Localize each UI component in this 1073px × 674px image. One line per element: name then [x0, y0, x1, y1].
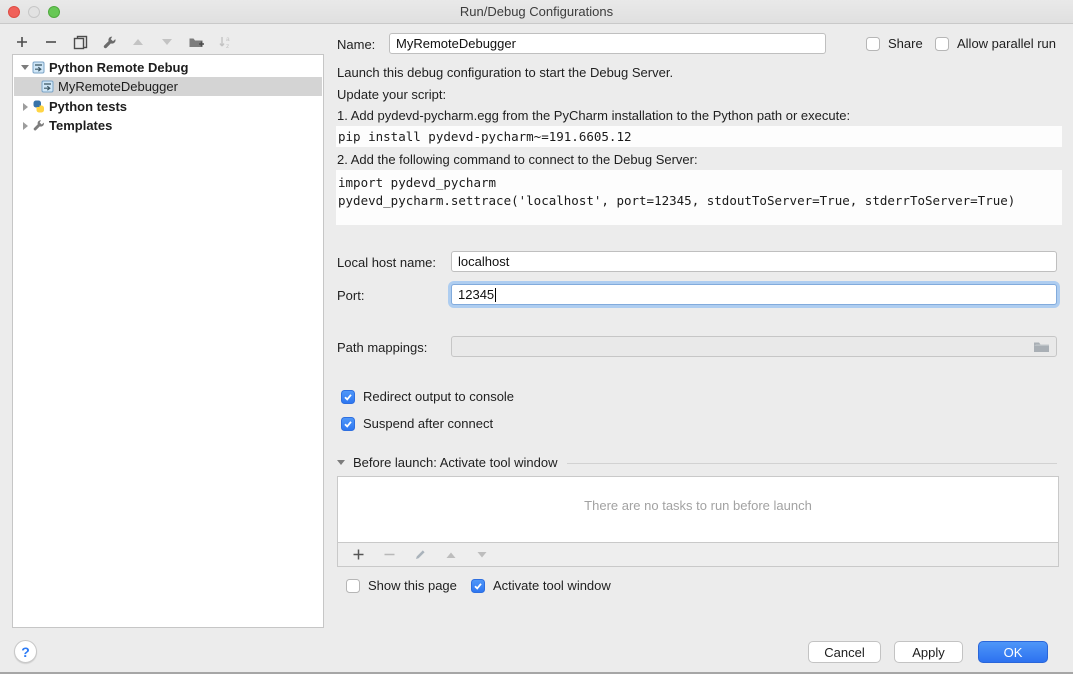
path-mappings-input[interactable]	[451, 336, 1057, 357]
before-launch-header[interactable]: Before launch: Activate tool window	[337, 455, 558, 470]
window-title: Run/Debug Configurations	[0, 4, 1073, 19]
tree-item-label: Python tests	[49, 99, 127, 114]
tree-item-label: Python Remote Debug	[49, 60, 188, 75]
show-this-page-label: Show this page	[368, 578, 457, 593]
activate-tool-window-checkbox-row: Activate tool window	[471, 578, 611, 593]
remove-icon	[379, 545, 399, 565]
suspend-after-connect-checkbox[interactable]	[341, 417, 355, 431]
before-launch-task-list[interactable]: There are no tasks to run before launch	[337, 476, 1059, 543]
tree-item-python-remote-debug[interactable]: Python Remote Debug	[14, 58, 322, 77]
move-up-icon	[128, 32, 148, 52]
settrace-code-block: import pydevd_pycharm pydevd_pycharm.set…	[336, 170, 1062, 225]
cancel-button[interactable]: Cancel	[808, 641, 881, 663]
suspend-after-connect-checkbox-row: Suspend after connect	[341, 416, 493, 431]
name-value: MyRemoteDebugger	[396, 36, 516, 51]
new-folder-icon[interactable]	[186, 32, 206, 52]
svg-text:a: a	[226, 36, 230, 43]
move-down-icon	[472, 545, 492, 565]
activate-tool-window-label: Activate tool window	[493, 578, 611, 593]
port-value: 12345	[458, 287, 494, 302]
instruction-update: Update your script:	[337, 87, 446, 102]
code-line-1: import pydevd_pycharm	[338, 175, 496, 190]
tree-item-python-tests[interactable]: Python tests	[14, 97, 322, 116]
share-checkbox-row: Share	[866, 36, 923, 51]
tree-item-myremotedebugger[interactable]: MyRemoteDebugger	[14, 77, 322, 96]
before-launch-separator	[567, 463, 1057, 464]
title-bar: Run/Debug Configurations	[0, 0, 1073, 24]
local-host-name-value: localhost	[458, 254, 509, 269]
help-question-icon: ?	[21, 644, 30, 660]
allow-parallel-run-label: Allow parallel run	[957, 36, 1056, 51]
before-launch-title: Before launch: Activate tool window	[353, 455, 558, 470]
code-line-2: pydevd_pycharm.settrace('localhost', por…	[338, 193, 1015, 208]
move-up-icon	[441, 545, 461, 565]
ok-button[interactable]: OK	[978, 641, 1048, 663]
chevron-down-icon[interactable]	[18, 65, 32, 70]
text-cursor	[495, 288, 496, 302]
pip-install-command: pip install pydevd-pycharm~=191.6605.12	[336, 126, 1062, 147]
instruction-step2: 2. Add the following command to connect …	[337, 152, 698, 167]
activate-tool-window-checkbox[interactable]	[471, 579, 485, 593]
run-debug-configurations-dialog: Run/Debug Configurations	[0, 0, 1073, 674]
python-icon	[32, 100, 45, 113]
remove-icon[interactable]	[41, 32, 61, 52]
svg-text:z: z	[226, 43, 229, 50]
chevron-down-icon[interactable]	[337, 460, 345, 465]
redirect-output-checkbox[interactable]	[341, 390, 355, 404]
allow-parallel-run-checkbox-row: Allow parallel run	[935, 36, 1056, 51]
redirect-output-label: Redirect output to console	[363, 389, 514, 404]
configurations-toolbar: a z	[12, 30, 235, 54]
name-label: Name:	[337, 37, 375, 52]
apply-button[interactable]: Apply	[894, 641, 963, 663]
instruction-step1: 1. Add pydevd-pycharm.egg from the PyCha…	[337, 108, 850, 123]
tree-item-label: MyRemoteDebugger	[58, 79, 178, 94]
instruction-intro: Launch this debug configuration to start…	[337, 65, 673, 80]
show-this-page-checkbox[interactable]	[346, 579, 360, 593]
help-button[interactable]: ?	[14, 640, 37, 663]
tree-item-label: Templates	[49, 118, 112, 133]
chevron-right-icon[interactable]	[18, 122, 32, 130]
show-this-page-checkbox-row: Show this page	[346, 578, 457, 593]
copy-icon[interactable]	[70, 32, 90, 52]
port-label: Port:	[337, 288, 364, 303]
sort-alphabetically-icon: a z	[215, 32, 235, 52]
wrench-icon	[32, 119, 45, 132]
add-icon[interactable]	[348, 545, 368, 565]
redirect-output-checkbox-row: Redirect output to console	[341, 389, 514, 404]
share-label: Share	[888, 36, 923, 51]
edit-defaults-wrench-icon[interactable]	[99, 32, 119, 52]
share-checkbox[interactable]	[866, 37, 880, 51]
folder-browse-icon[interactable]	[1033, 340, 1050, 353]
move-down-icon	[157, 32, 177, 52]
edit-pencil-icon	[410, 545, 430, 565]
local-host-name-label: Local host name:	[337, 255, 436, 270]
suspend-after-connect-label: Suspend after connect	[363, 416, 493, 431]
tree-item-templates[interactable]: Templates	[14, 116, 322, 135]
allow-parallel-run-checkbox[interactable]	[935, 37, 949, 51]
add-icon[interactable]	[12, 32, 32, 52]
chevron-right-icon[interactable]	[18, 103, 32, 111]
before-launch-empty-message: There are no tasks to run before launch	[338, 498, 1058, 513]
local-host-name-input[interactable]: localhost	[451, 251, 1057, 272]
path-mappings-label: Path mappings:	[337, 340, 427, 355]
configurations-tree: Python Remote Debug MyRemoteDebugger	[12, 54, 324, 628]
remote-debug-icon	[32, 61, 45, 74]
remote-debug-icon	[41, 80, 54, 93]
before-launch-toolbar	[337, 543, 1059, 567]
port-input[interactable]: 12345	[451, 284, 1057, 305]
name-input[interactable]: MyRemoteDebugger	[389, 33, 826, 54]
